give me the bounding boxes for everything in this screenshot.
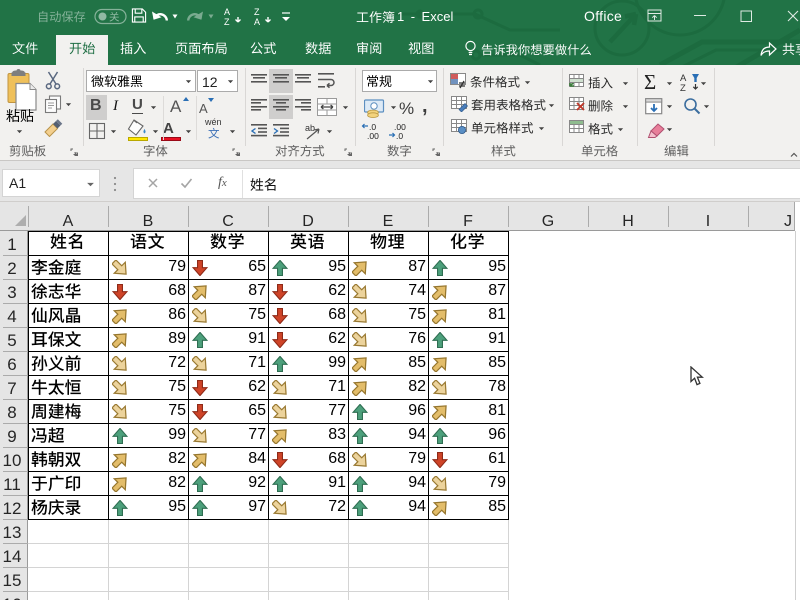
svg-text:ab: ab [305,123,315,133]
svg-text:A: A [254,17,260,26]
svg-text:Z: Z [680,83,686,92]
svg-text:Z: Z [254,7,260,17]
svg-text:.0: .0 [396,131,403,140]
svg-text:.00: .00 [367,131,379,140]
svg-text:Z: Z [224,17,230,26]
svg-text:A: A [224,7,230,17]
